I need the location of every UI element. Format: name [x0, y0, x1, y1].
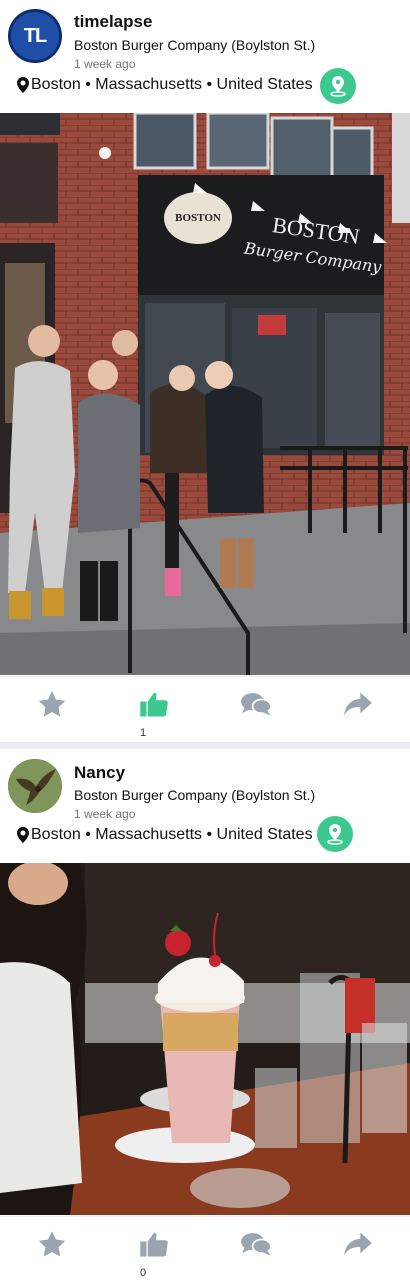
favorite-button[interactable]	[36, 1228, 68, 1260]
place-name[interactable]: Boston Burger Company (Boylston St.)	[74, 37, 315, 53]
post-time: 1 week ago	[74, 807, 136, 821]
user-avatar[interactable]: TL	[8, 9, 62, 63]
username[interactable]: Nancy	[74, 763, 125, 783]
share-arrow-icon	[344, 692, 372, 716]
location-line: Boston • Massachusetts • United States	[17, 826, 313, 844]
share-arrow-icon	[344, 1232, 372, 1256]
map-pin-icon	[17, 827, 29, 843]
post-actions: 0	[0, 1216, 410, 1280]
share-button[interactable]	[342, 688, 374, 720]
divider	[0, 676, 410, 677]
share-button[interactable]	[342, 1228, 374, 1260]
like-count: 1	[139, 727, 147, 739]
comment-button[interactable]	[240, 1228, 272, 1260]
username[interactable]: timelapse	[74, 12, 152, 32]
location-line: Boston • Massachusetts • United States	[17, 76, 313, 94]
comment-button[interactable]	[240, 688, 272, 720]
avatar-initials: TL	[23, 24, 47, 47]
map-button[interactable]	[317, 816, 353, 852]
sign-logo-text: BOSTON	[175, 212, 221, 224]
milkshake-photo	[0, 863, 410, 1215]
chat-bubbles-icon	[241, 693, 272, 716]
post-card: TL timelapse Boston Burger Company (Boyl…	[0, 0, 410, 742]
chat-bubbles-icon	[241, 1233, 272, 1256]
post-photo[interactable]: BOSTON BOSTON Burger Company	[0, 113, 410, 675]
map-pin-icon	[17, 77, 29, 93]
thumbs-up-icon	[140, 692, 168, 717]
thumbs-up-icon	[140, 1232, 168, 1257]
bird-avatar-image	[8, 759, 62, 813]
map-location-icon	[327, 824, 343, 845]
user-avatar[interactable]	[8, 759, 62, 813]
location-text: Boston • Massachusetts • United States	[31, 76, 313, 93]
like-button[interactable]	[138, 1228, 170, 1260]
like-button[interactable]	[138, 688, 170, 720]
divider	[0, 1216, 410, 1217]
star-icon	[38, 691, 66, 717]
post-time: 1 week ago	[74, 57, 136, 71]
location-text: Boston • Massachusetts • United States	[31, 826, 313, 843]
like-count: 0	[139, 1267, 147, 1279]
favorite-button[interactable]	[36, 688, 68, 720]
post-card: Nancy Boston Burger Company (Boylston St…	[0, 749, 410, 1280]
map-button[interactable]	[320, 68, 356, 104]
star-icon	[38, 1231, 66, 1257]
map-location-icon	[330, 76, 346, 97]
place-name[interactable]: Boston Burger Company (Boylston St.)	[74, 787, 315, 803]
storefront-photo: BOSTON BOSTON Burger Company	[0, 113, 410, 675]
post-photo[interactable]	[0, 863, 410, 1215]
post-actions: 1	[0, 676, 410, 742]
